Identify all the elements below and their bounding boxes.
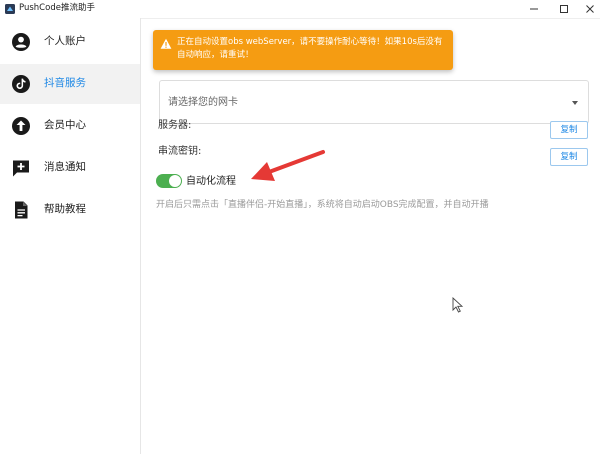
upload-icon [12,117,30,135]
auto-flow-toggle[interactable] [156,174,182,188]
sidebar-item-account[interactable]: 个人账户 [0,22,140,62]
network-card-select[interactable]: 请选择您的网卡 [159,80,589,124]
sidebar-item-label: 个人账户 [44,35,86,47]
document-icon [15,201,28,219]
sidebar-item-label: 消息通知 [44,161,86,173]
server-label: 服务器: [158,120,192,131]
window-title: PushCode推流助手 [19,3,95,13]
sidebar-item-label: 帮助教程 [44,203,86,215]
maximize-icon [560,5,568,13]
warning-toast: 正在自动设置obs webServer，请不要操作耐心等待！如果10s后没有自动… [153,30,453,70]
sidebar: 个人账户 抖音服务 会员中心 消息通知 帮助教程 [0,18,141,454]
tiktok-icon [12,75,30,93]
minimize-button[interactable] [519,0,549,18]
close-button[interactable] [575,0,600,18]
account-icon [12,33,30,51]
auto-flow-label: 自动化流程 [186,176,236,187]
copy-server-button[interactable]: 复制 [550,121,588,139]
sidebar-item-label: 会员中心 [44,119,86,131]
auto-flow-hint: 开启后只需点击「直播伴侣-开始直播」，系统将自动启动OBS完成配置，并自动开播 [156,200,489,210]
warning-message: 正在自动设置obs webServer，请不要操作耐心等待！如果10s后没有自动… [177,37,443,60]
sidebar-item-messages[interactable]: 消息通知 [0,148,140,188]
warning-icon [160,38,172,49]
toggle-knob [169,175,181,187]
title-bar: PushCode推流助手 [0,0,600,19]
minimize-icon [530,8,538,10]
chevron-down-icon [572,101,578,105]
message-plus-icon [13,160,29,177]
mouse-cursor-icon [452,297,464,313]
copy-stream-key-button[interactable]: 复制 [550,148,588,166]
sidebar-item-help[interactable]: 帮助教程 [0,190,140,230]
sidebar-item-label: 抖音服务 [44,77,86,89]
network-card-placeholder: 请选择您的网卡 [168,97,238,108]
close-icon [586,5,594,13]
stream-key-label: 串流密钥: [158,146,202,157]
app-logo-icon [5,4,15,14]
main-panel: 正在自动设置obs webServer，请不要操作耐心等待！如果10s后没有自动… [141,18,600,454]
annotation-arrow-icon [251,150,325,181]
sidebar-item-douyin[interactable]: 抖音服务 [0,64,140,104]
sidebar-item-membership[interactable]: 会员中心 [0,106,140,146]
